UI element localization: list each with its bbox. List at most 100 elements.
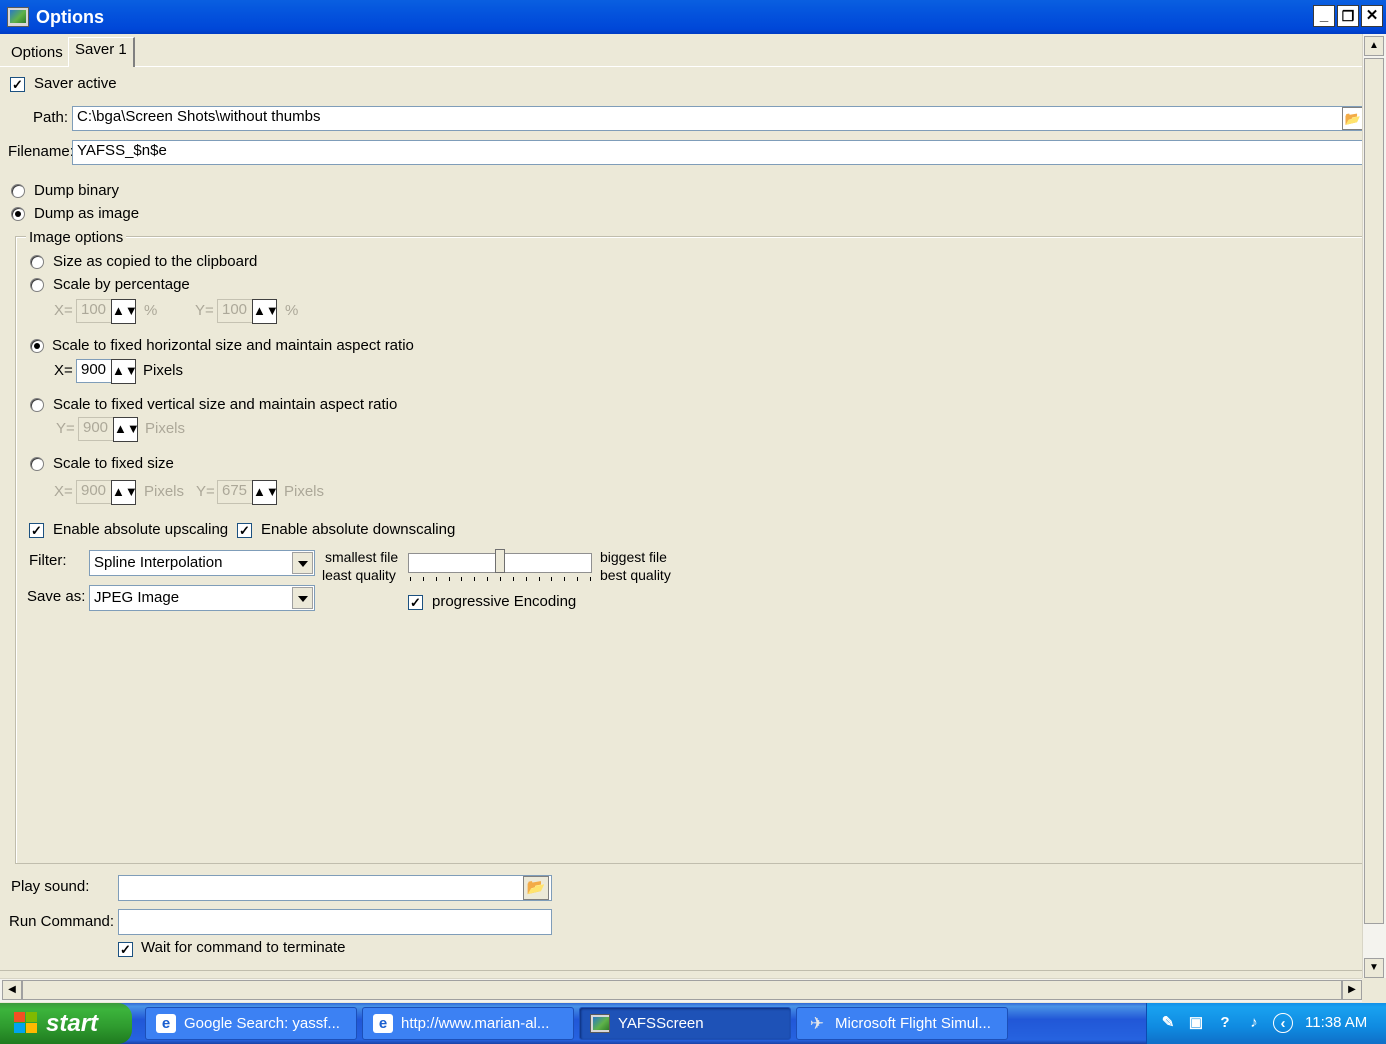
slider-tick: [487, 577, 489, 581]
progressive-label: progressive Encoding: [432, 593, 577, 610]
run-command-label: Run Command:: [9, 913, 115, 930]
save-as-select[interactable]: JPEG Image: [89, 585, 315, 611]
scale-percent-radio[interactable]: [30, 278, 44, 292]
window-title: Options: [36, 7, 104, 27]
quality-left-2: least quality: [322, 567, 396, 583]
up-down-spinner-icon[interactable]: ▲▼: [111, 480, 138, 505]
fixed-h-unit: Pixels: [143, 362, 184, 379]
wait-checkbox[interactable]: ✓: [118, 942, 133, 957]
task-google-search[interactable]: e Google Search: yassf...: [145, 1007, 357, 1040]
fixed-size-x-unit: Pixels: [144, 483, 185, 500]
fixed-size-x-field[interactable]: 900: [76, 480, 112, 504]
chevron-down-icon[interactable]: [292, 587, 313, 609]
slider-tick: [564, 577, 566, 581]
downscaling-label: Enable absolute downscaling: [261, 521, 456, 538]
fixed-h-x-label: X=: [54, 362, 73, 379]
slider-tick: [474, 577, 476, 581]
fixed-v-y-field[interactable]: 900: [78, 417, 114, 441]
slider-tick: [525, 577, 527, 581]
fixed-h-x-field[interactable]: 900: [76, 359, 112, 383]
dump-image-label: Dump as image: [34, 205, 140, 222]
chevron-left-icon[interactable]: ‹: [1273, 1013, 1293, 1033]
restore-button[interactable]: ❐: [1337, 5, 1359, 27]
fixed-size-label: Scale to fixed size: [53, 455, 174, 472]
fixed-horizontal-radio[interactable]: [30, 339, 44, 353]
ie-icon: e: [156, 1014, 176, 1033]
path-label: Path:: [33, 109, 69, 126]
clock: 11:38 AM: [1305, 1014, 1368, 1031]
slider-tick: [410, 577, 411, 581]
yafs-icon: [590, 1014, 610, 1033]
horizontal-scroll-thumb[interactable]: [22, 980, 1342, 1000]
play-sound-label: Play sound:: [11, 878, 90, 895]
minimize-button[interactable]: _: [1313, 5, 1335, 27]
slider-tick: [512, 577, 514, 581]
fixed-vertical-label: Scale to fixed vertical size and maintai…: [53, 396, 398, 413]
open-folder-icon[interactable]: 📂: [523, 876, 549, 900]
help-icon[interactable]: ?: [1215, 1013, 1235, 1033]
fixed-size-radio[interactable]: [30, 457, 44, 471]
scroll-left-button[interactable]: ◀: [2, 980, 22, 1000]
fixed-vertical-radio[interactable]: [30, 398, 44, 412]
slider-tick: [422, 577, 424, 581]
fixed-size-y-field[interactable]: 675: [217, 480, 253, 504]
scroll-up-button[interactable]: ▲: [1364, 36, 1384, 56]
up-down-spinner-icon[interactable]: ▲▼: [113, 417, 140, 442]
slider-tick: [461, 577, 463, 581]
downscaling-checkbox[interactable]: ✓: [237, 523, 252, 538]
saver-active-checkbox[interactable]: ✓: [10, 77, 25, 92]
scale-percent-label: Scale by percentage: [53, 276, 190, 293]
scroll-down-button[interactable]: ▼: [1364, 958, 1384, 978]
quality-slider-ticks: [410, 575, 591, 583]
filter-value: Spline Interpolation: [94, 554, 223, 571]
fixed-horizontal-label: Scale to fixed horizontal size and maint…: [52, 337, 414, 354]
up-down-spinner-icon[interactable]: ▲▼: [111, 359, 138, 384]
dump-binary-radio[interactable]: [11, 184, 25, 198]
task-yafsscreen[interactable]: YAFSScreen: [579, 1007, 791, 1040]
percent-y-field[interactable]: 100: [217, 299, 253, 323]
open-folder-icon[interactable]: 📂: [1342, 107, 1364, 130]
network-icon[interactable]: ▣: [1186, 1013, 1206, 1033]
size-clipboard-radio[interactable]: [30, 255, 44, 269]
percent-x-unit: %: [144, 302, 158, 319]
up-down-spinner-icon[interactable]: ▲▼: [252, 480, 279, 505]
quality-slider-thumb[interactable]: [495, 549, 505, 573]
close-button[interactable]: ✕: [1361, 5, 1383, 27]
slider-tick: [577, 577, 579, 581]
tab-saver-1[interactable]: Saver 1: [68, 37, 135, 67]
upscaling-checkbox[interactable]: ✓: [29, 523, 44, 538]
play-sound-field[interactable]: [118, 875, 552, 901]
quality-right-1: biggest file: [600, 549, 667, 565]
chevron-down-icon[interactable]: [292, 552, 313, 574]
vertical-scroll-thumb[interactable]: [1364, 58, 1384, 924]
fixed-v-unit: Pixels: [145, 420, 186, 437]
percent-y-unit: %: [285, 302, 299, 319]
pen-icon[interactable]: ✎: [1158, 1013, 1178, 1033]
progressive-checkbox[interactable]: ✓: [408, 595, 423, 610]
title-bar[interactable]: [0, 0, 1386, 34]
up-down-spinner-icon[interactable]: ▲▼: [111, 299, 138, 324]
percent-x-field[interactable]: 100: [76, 299, 112, 323]
saver-active-label: Saver active: [34, 75, 117, 92]
path-field[interactable]: C:\bga\Screen Shots\without thumbs: [72, 106, 1364, 131]
dump-binary-label: Dump binary: [34, 182, 120, 199]
slider-tick: [551, 577, 553, 581]
wait-label: Wait for command to terminate: [141, 939, 346, 956]
scroll-right-button[interactable]: ▶: [1342, 980, 1362, 1000]
task-flight-simulator[interactable]: ✈ Microsoft Flight Simul...: [796, 1007, 1008, 1040]
camera-app-icon[interactable]: [7, 7, 29, 27]
run-command-field[interactable]: [118, 909, 552, 935]
windows-logo-icon: [14, 1012, 38, 1034]
save-as-label: Save as:: [27, 588, 86, 605]
filename-field[interactable]: YAFSS_$n$e: [72, 140, 1364, 165]
volume-icon[interactable]: ♪: [1244, 1013, 1264, 1033]
up-down-spinner-icon[interactable]: ▲▼: [252, 299, 279, 324]
bottom-border: [0, 970, 1362, 978]
filter-label: Filter:: [29, 552, 67, 569]
filter-select[interactable]: Spline Interpolation: [89, 550, 315, 576]
airplane-icon: ✈: [809, 1014, 825, 1033]
task-label: Google Search: yassf...: [184, 1015, 340, 1032]
dump-image-radio[interactable]: [11, 207, 25, 221]
task-marian-al[interactable]: e http://www.marian-al...: [362, 1007, 574, 1040]
tab-options[interactable]: Options: [4, 40, 70, 66]
